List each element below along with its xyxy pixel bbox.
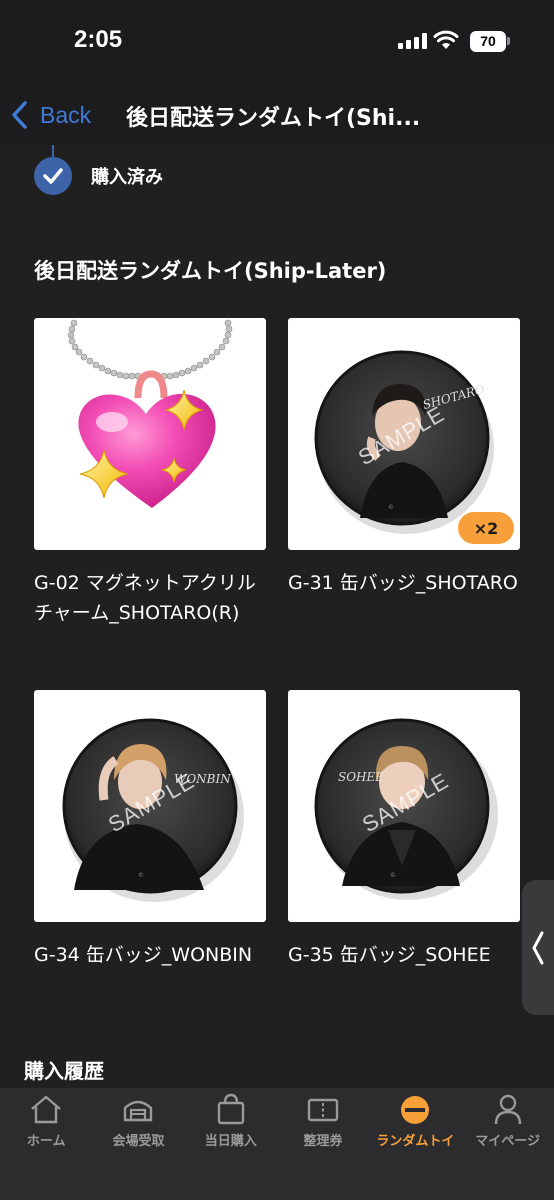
back-label: Back — [40, 101, 92, 128]
battery-icon: 70 — [470, 31, 506, 52]
section-title: 後日配送ランダムトイ(Ship-Later) — [34, 259, 387, 283]
item-image: SOHEE SAMPLE © — [288, 690, 520, 922]
tab-home[interactable]: ホーム — [0, 1088, 92, 1200]
shopping-bag-icon — [217, 1093, 244, 1125]
main-content[interactable]: 購入済み 後日配送ランダムトイ(Ship-Later) G-02 マグネットアク… — [0, 145, 554, 1090]
item-card[interactable]: SOHEE SAMPLE © G-35 缶バッジ_SOHEE — [288, 690, 520, 970]
tab-label: ホーム — [26, 1134, 66, 1149]
tab-label: 会場受取 — [112, 1134, 165, 1149]
step-connector — [52, 145, 54, 157]
venue-icon — [124, 1100, 153, 1122]
item-name: G-35 缶バッジ_SOHEE — [288, 944, 491, 966]
tab-random-toy[interactable]: ランダムトイ — [369, 1088, 461, 1200]
chevron-left-icon — [12, 101, 27, 129]
battery-tip — [507, 37, 510, 45]
item-card[interactable]: SHOTARO SAMPLE © ×2 G-31 缶バッジ_SHOTARO — [288, 318, 520, 598]
item-card[interactable]: WONBIN SAMPLE © G-34 缶バッジ_WONBIN — [34, 690, 266, 970]
tab-label: マイページ — [475, 1134, 540, 1149]
tab-label: 当日購入 — [204, 1134, 257, 1149]
tab-label: 整理券 — [303, 1134, 343, 1149]
item-image: SHOTARO SAMPLE © ×2 — [288, 318, 520, 550]
tab-bar: ホーム 会場受取 当日購入 整理券 ランダムトイ マイページ — [0, 1088, 554, 1200]
item-image: WONBIN SAMPLE © — [34, 690, 266, 922]
status-bar: 2:05 70 — [0, 0, 554, 85]
status-time: 2:05 — [74, 26, 123, 53]
tab-label: ランダムトイ — [376, 1134, 455, 1149]
purchase-history-title: 購入履歴 — [24, 1059, 104, 1083]
back-button[interactable]: Back — [10, 97, 91, 133]
item-name: G-31 缶バッジ_SHOTARO — [288, 572, 518, 594]
badge-footer: © — [390, 872, 396, 879]
item-card[interactable]: G-02 マグネットアクリルチャーム_SHOTARO(R) — [34, 318, 266, 628]
cellular-signal-icon — [398, 33, 427, 49]
item-image — [34, 318, 266, 550]
drawer-handle[interactable] — [522, 880, 554, 1015]
badge-footer: © — [388, 504, 394, 511]
home-icon — [31, 1095, 61, 1124]
purchase-status: 購入済み — [91, 167, 163, 188]
ticket-icon — [307, 1098, 339, 1122]
random-toy-icon — [401, 1096, 430, 1124]
item-name: G-02 マグネットアクリルチャーム_SHOTARO(R) — [34, 572, 256, 624]
tab-my-page[interactable]: マイページ — [461, 1088, 553, 1200]
tab-ticket[interactable]: 整理券 — [277, 1088, 369, 1200]
badge-footer: © — [138, 872, 144, 879]
tab-same-day[interactable]: 当日購入 — [185, 1088, 277, 1200]
page-title: 後日配送ランダムトイ(Shi... — [126, 106, 421, 131]
chevron-left-icon — [532, 931, 544, 964]
tab-venue-pickup[interactable]: 会場受取 — [92, 1088, 184, 1200]
person-icon — [494, 1094, 521, 1125]
badge-signature: SOHEE — [338, 770, 385, 784]
check-icon — [34, 157, 72, 195]
quantity-badge: ×2 — [458, 512, 514, 544]
wifi-icon — [433, 30, 459, 49]
heart-charm-icon — [67, 319, 233, 508]
item-name: G-34 缶バッジ_WONBIN — [34, 944, 253, 966]
navigation-bar: Back 後日配送ランダムトイ(Shi... — [0, 85, 554, 145]
